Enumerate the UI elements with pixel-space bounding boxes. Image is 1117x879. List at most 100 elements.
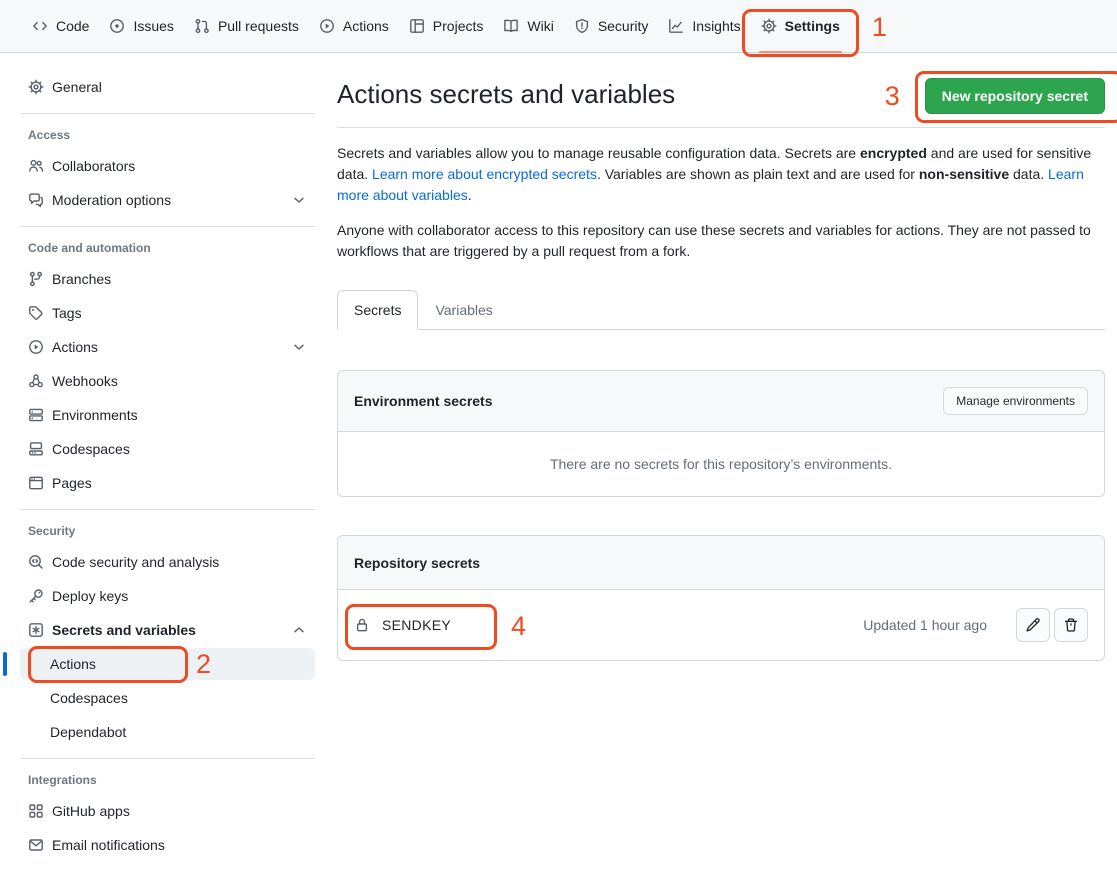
tab-variables[interactable]: Variables — [418, 290, 509, 330]
sidebar-subitem-codespaces[interactable]: Codespaces — [20, 682, 315, 714]
mail-icon — [28, 837, 44, 853]
secret-name: SENDKEY — [382, 617, 451, 633]
sidebar-item-actions[interactable]: Actions — [20, 331, 315, 363]
tab-pull-requests[interactable]: Pull requests — [184, 0, 309, 52]
tab-insights[interactable]: Insights — [658, 0, 750, 52]
environment-secrets-card: Environment secrets Manage environments … — [337, 370, 1105, 497]
tab-wiki-label: Wiki — [527, 18, 553, 34]
sidebar-item-webhooks[interactable]: Webhooks — [20, 365, 315, 397]
tab-actions[interactable]: Actions — [309, 0, 399, 52]
chevron-down-icon — [291, 339, 307, 355]
tab-issues[interactable]: Issues — [99, 0, 183, 52]
git-branch-icon — [28, 271, 44, 287]
shield-icon — [574, 18, 590, 34]
tab-wiki[interactable]: Wiki — [493, 0, 563, 52]
sidebar-item-tags[interactable]: Tags — [20, 297, 315, 329]
trash-icon — [1063, 617, 1079, 633]
sidebar-item-label: Code security and analysis — [52, 554, 219, 570]
secret-row: SENDKEY 4 Updated 1 hour ago — [338, 590, 1104, 660]
sidebar-item-label: Branches — [52, 271, 111, 287]
repository-secrets-title: Repository secrets — [354, 555, 480, 571]
sidebar-item-label: Pages — [52, 475, 92, 491]
sidebar-item-code-security[interactable]: Code security and analysis — [20, 546, 315, 578]
annotation-number-1: 1 — [872, 14, 887, 41]
sidebar-section-security: Security — [20, 524, 315, 538]
tab-secrets[interactable]: Secrets — [337, 290, 418, 330]
sidebar-item-label: Codespaces — [52, 441, 130, 457]
repo-tab-bar: Code Issues Pull requests Actions Projec… — [0, 0, 1117, 53]
sidebar-item-collaborators[interactable]: Collaborators — [20, 150, 315, 182]
sidebar-section-code-automation: Code and automation — [20, 241, 315, 255]
key-asterisk-icon — [28, 622, 44, 638]
annotation-number-3: 3 — [885, 83, 900, 110]
gear-icon — [761, 18, 777, 34]
sidebar-divider — [20, 113, 315, 114]
sidebar-item-label: Secrets and variables — [52, 622, 196, 638]
active-item-bar — [3, 652, 7, 676]
sidebar-item-label: GitHub apps — [52, 803, 130, 819]
sidebar-subitem-dependabot[interactable]: Dependabot — [20, 716, 315, 748]
delete-secret-button[interactable] — [1054, 608, 1088, 642]
play-icon — [319, 18, 335, 34]
sidebar-item-label: Actions — [50, 656, 96, 672]
annotation-number-2: 2 — [196, 651, 211, 678]
play-icon — [28, 339, 44, 355]
tab-security-label: Security — [598, 18, 649, 34]
page-title: Actions secrets and variables — [337, 78, 675, 112]
tab-actions-label: Actions — [343, 18, 389, 34]
sidebar-item-label: Deploy keys — [52, 588, 128, 604]
title-divider — [337, 127, 1105, 128]
pencil-icon — [1025, 617, 1041, 633]
repository-secrets-card: Repository secrets SENDKEY 4 Updated 1 h… — [337, 535, 1105, 661]
sidebar-item-label: General — [52, 79, 102, 95]
sidebar-item-general[interactable]: General — [20, 71, 315, 103]
sidebar-divider — [20, 226, 315, 227]
environment-secrets-title: Environment secrets — [354, 393, 493, 409]
tab-settings-label: Settings — [785, 18, 840, 34]
tab-settings[interactable]: Settings 1 — [751, 0, 850, 52]
sidebar-item-label: Tags — [52, 305, 82, 321]
manage-environments-button[interactable]: Manage environments — [943, 387, 1088, 415]
tab-code-label: Code — [56, 18, 89, 34]
active-tab-underline — [759, 51, 842, 53]
key-icon — [28, 588, 44, 604]
tab-pull-requests-label: Pull requests — [218, 18, 299, 34]
sidebar-item-pages[interactable]: Pages — [20, 467, 315, 499]
tab-code[interactable]: Code — [22, 0, 99, 52]
new-repository-secret-button[interactable]: New repository secret — [925, 78, 1105, 114]
sidebar-section-access: Access — [20, 128, 315, 142]
environment-secrets-empty-message: There are no secrets for this repository… — [338, 432, 1104, 496]
tab-projects[interactable]: Projects — [399, 0, 494, 52]
inline-link[interactable]: Learn more about encrypted secrets — [372, 166, 597, 182]
gear-icon — [28, 79, 44, 95]
tab-projects-label: Projects — [433, 18, 484, 34]
issue-opened-icon — [109, 18, 125, 34]
sidebar-item-environments[interactable]: Environments — [20, 399, 315, 431]
annotation-number-4: 4 — [511, 613, 526, 640]
browser-icon — [28, 475, 44, 491]
server-icon — [28, 407, 44, 423]
secret-updated-timestamp: Updated 1 hour ago — [863, 617, 987, 633]
sidebar-item-label: Webhooks — [52, 373, 118, 389]
lock-icon — [354, 617, 370, 633]
sidebar-subitem-actions[interactable]: Actions 2 — [20, 648, 315, 680]
sidebar-item-github-apps[interactable]: GitHub apps — [20, 795, 315, 827]
sidebar-item-moderation-options[interactable]: Moderation options — [20, 184, 315, 216]
sidebar-item-email-notifications[interactable]: Email notifications — [20, 829, 315, 861]
sidebar-item-branches[interactable]: Branches — [20, 263, 315, 295]
sidebar-divider — [20, 758, 315, 759]
people-icon — [28, 158, 44, 174]
sidebar-item-codespaces[interactable]: Codespaces — [20, 433, 315, 465]
sidebar-item-secrets-and-variables[interactable]: Secrets and variables — [20, 614, 315, 646]
tab-insights-label: Insights — [692, 18, 740, 34]
sidebar-item-label: Collaborators — [52, 158, 135, 174]
tab-security[interactable]: Security — [564, 0, 659, 52]
tab-issues-label: Issues — [133, 18, 173, 34]
code-scan-icon — [28, 554, 44, 570]
sidebar-divider — [20, 509, 315, 510]
graph-icon — [668, 18, 684, 34]
settings-sidebar: General Access Collaborators Moderation … — [0, 53, 321, 879]
edit-secret-button[interactable] — [1016, 608, 1050, 642]
chevron-down-icon — [291, 192, 307, 208]
sidebar-item-deploy-keys[interactable]: Deploy keys — [20, 580, 315, 612]
